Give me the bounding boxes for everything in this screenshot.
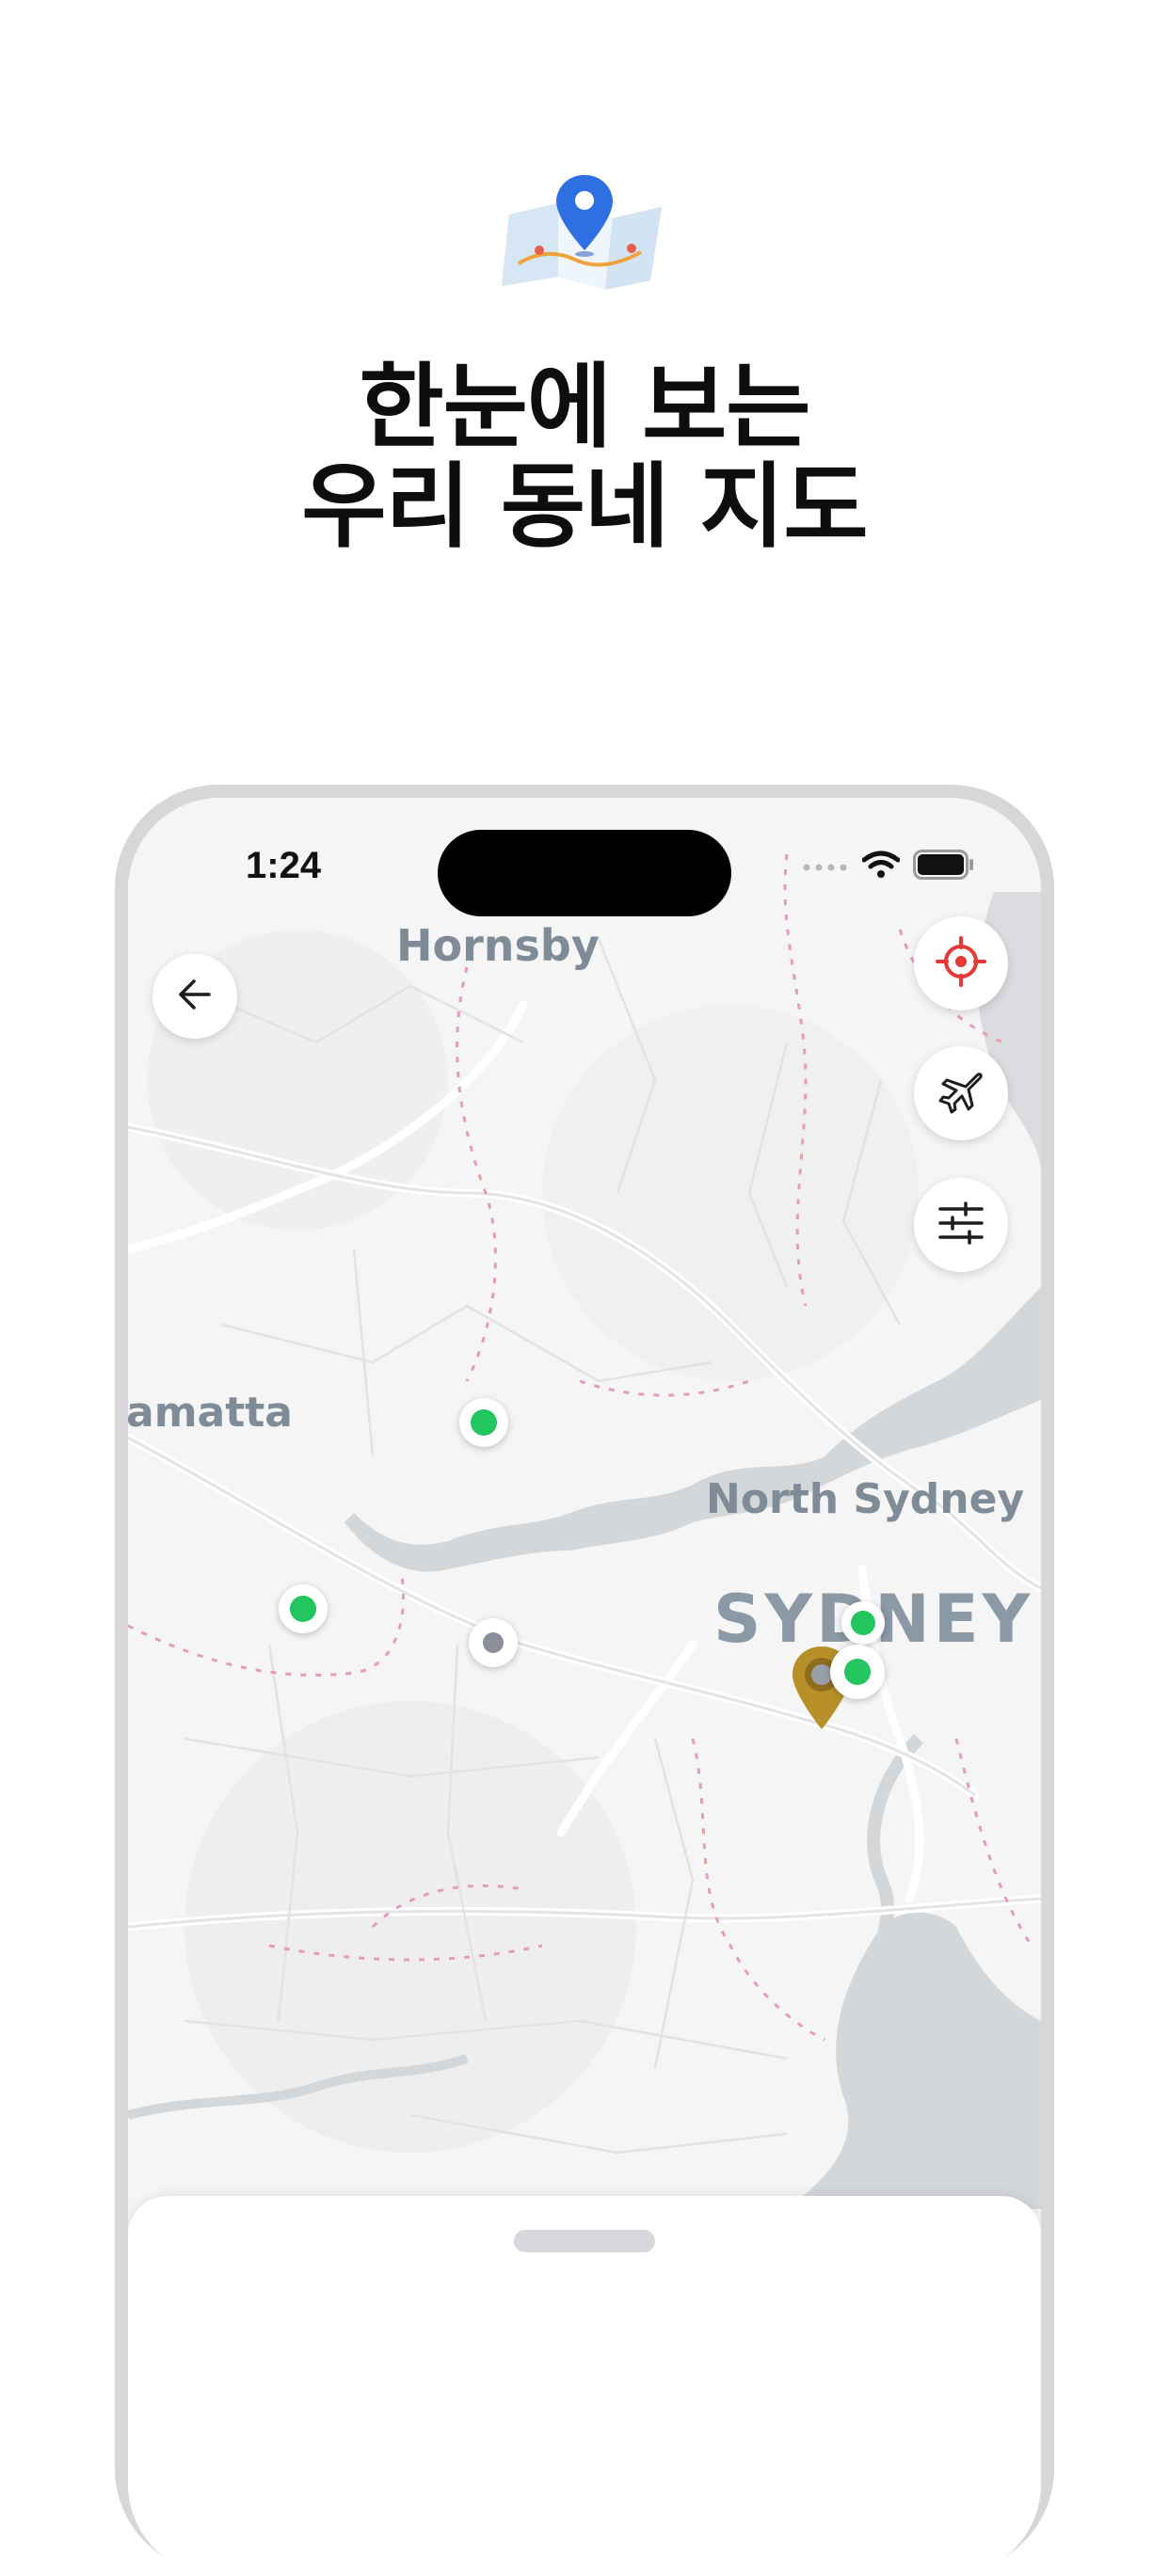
signal-dots-icon bbox=[802, 858, 849, 876]
airplane-icon bbox=[937, 1068, 985, 1119]
marker-green[interactable] bbox=[459, 1398, 508, 1447]
marker-gray[interactable] bbox=[469, 1618, 518, 1667]
bottom-sheet[interactable] bbox=[128, 2196, 1041, 2576]
map-label-parramatta: amatta bbox=[128, 1389, 293, 1437]
marker-dot bbox=[471, 1409, 497, 1436]
map-label-north-sydney: North Sydney bbox=[706, 1475, 1025, 1523]
locate-button[interactable] bbox=[914, 916, 1008, 1010]
folded-map-pin-icon bbox=[500, 169, 669, 296]
marker-dot bbox=[851, 1611, 875, 1635]
marker-dot bbox=[483, 1632, 504, 1653]
arrow-left-icon bbox=[177, 978, 213, 1014]
crosshair-target-icon bbox=[936, 936, 986, 991]
map-label-hornsby: Hornsby bbox=[396, 920, 600, 971]
marker-dot bbox=[290, 1596, 316, 1622]
headline: 한눈에 보는 우리 동네 지도 bbox=[0, 358, 1169, 557]
headline-line-2: 우리 동네 지도 bbox=[301, 453, 868, 561]
sliders-icon bbox=[937, 1201, 985, 1248]
phone-screen: Hornsby amatta North Sydney SYDNEY 1:24 bbox=[128, 798, 1041, 2576]
marker-green[interactable] bbox=[830, 1645, 885, 1699]
marker-green[interactable] bbox=[841, 1601, 885, 1645]
marker-green[interactable] bbox=[279, 1584, 328, 1633]
back-button[interactable] bbox=[152, 954, 237, 1039]
wifi-icon bbox=[861, 851, 901, 883]
sheet-grabber[interactable] bbox=[514, 2230, 655, 2252]
headline-line-1: 한눈에 보는 bbox=[359, 354, 811, 461]
status-time: 1:24 bbox=[246, 845, 322, 886]
phone-frame: Hornsby amatta North Sydney SYDNEY 1:24 bbox=[115, 785, 1054, 2576]
battery-icon bbox=[913, 850, 975, 883]
marker-dot bbox=[844, 1659, 871, 1685]
status-icons bbox=[802, 850, 975, 883]
travel-button[interactable] bbox=[914, 1046, 1008, 1140]
dynamic-island bbox=[438, 830, 731, 916]
filter-button[interactable] bbox=[914, 1178, 1008, 1272]
